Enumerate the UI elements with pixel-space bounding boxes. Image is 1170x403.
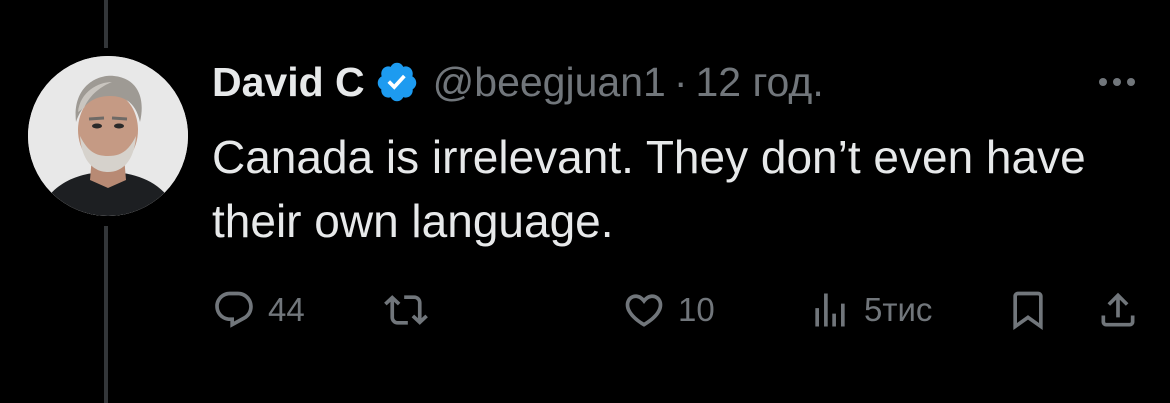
timestamp[interactable]: 12 год. (695, 59, 823, 106)
separator-dot: · (673, 58, 688, 105)
tweet-header: David C @beegjuan1 · 12 год. (212, 52, 824, 112)
reply-count: 44 (268, 291, 305, 328)
thread-line (104, 226, 108, 403)
like-count: 10 (678, 291, 715, 328)
share-button[interactable] (1096, 282, 1140, 338)
avatar-photo (28, 56, 188, 216)
share-icon (1101, 292, 1135, 327)
bookmark-icon (1013, 291, 1043, 331)
verified-badge-icon (375, 60, 419, 104)
views-button[interactable]: 5тис (808, 282, 932, 338)
tweet[interactable]: David C @beegjuan1 · 12 год. Canada is i… (0, 0, 1170, 403)
bookmark-button[interactable] (1006, 282, 1050, 338)
author-handle[interactable]: @beegjuan1 (433, 59, 666, 106)
thread-line (104, 0, 108, 48)
tweet-text: Canada is irrelevant. They don’t even ha… (212, 131, 1086, 247)
reply-icon (215, 291, 253, 328)
ellipsis-icon (1099, 78, 1135, 86)
views-chart-icon (815, 293, 845, 327)
more-options-button[interactable] (1092, 62, 1142, 102)
retweet-icon (384, 295, 428, 325)
like-button[interactable]: 10 (622, 282, 715, 338)
avatar[interactable] (28, 56, 188, 216)
views-count: 5тис (864, 291, 933, 328)
heart-icon (625, 294, 663, 327)
reply-button[interactable]: 44 (212, 282, 305, 338)
action-bar: 44 10 5тис (212, 282, 1152, 338)
retweet-button[interactable] (384, 282, 428, 338)
author-name[interactable]: David C (212, 59, 365, 106)
